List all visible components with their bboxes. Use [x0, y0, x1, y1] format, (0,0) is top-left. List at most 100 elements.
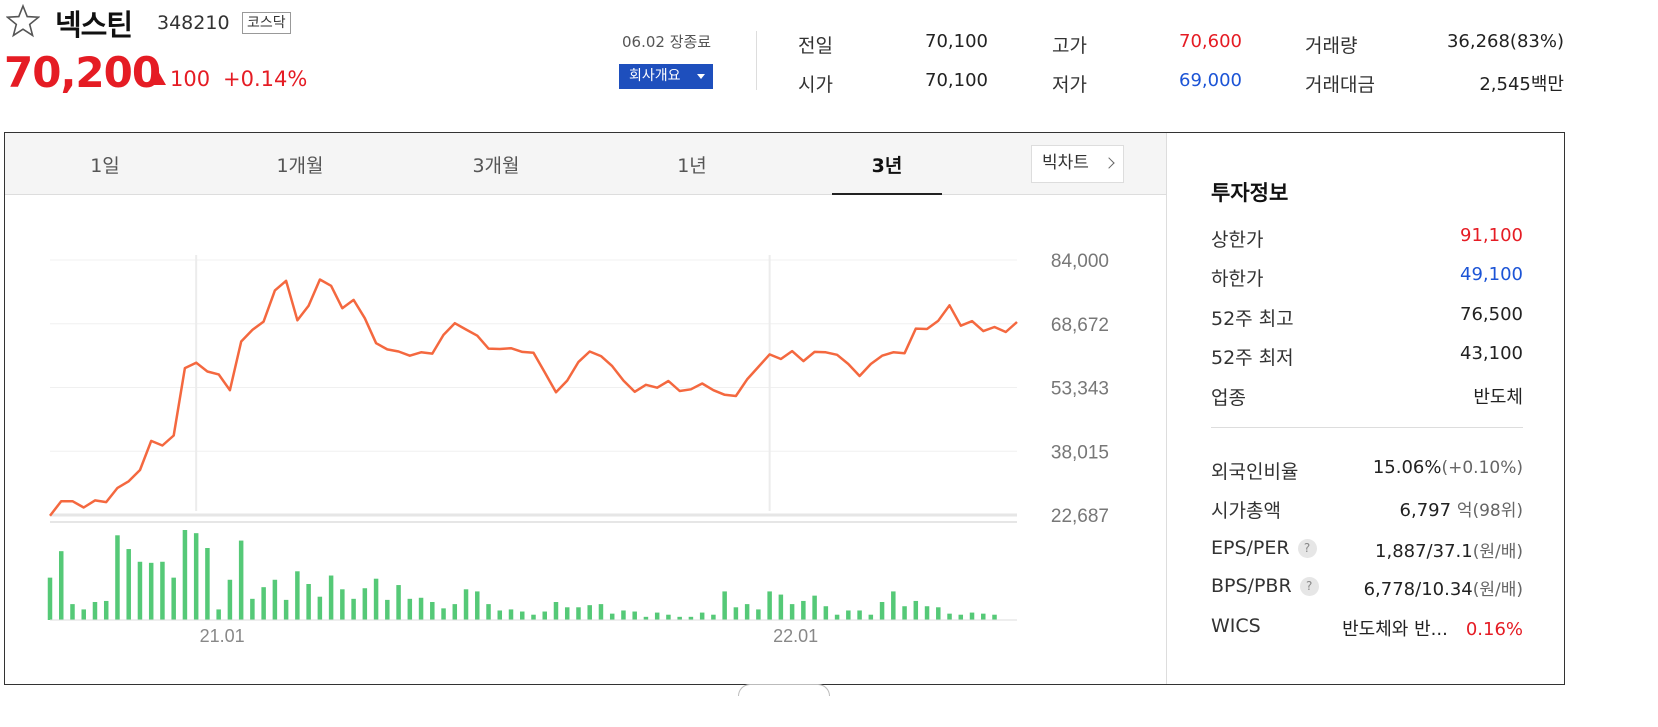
- upper-limit-value: 91,100: [1460, 225, 1523, 246]
- open-value: 70,100: [925, 70, 988, 91]
- wics-percent: 0.16%: [1465, 619, 1523, 640]
- volume-bar: [981, 613, 986, 620]
- foreign-ratio-label: 외국인비율: [1211, 461, 1299, 483]
- volume-bar: [148, 562, 154, 620]
- volume-bar: [115, 535, 120, 620]
- market-cap-label: 시가총액: [1211, 500, 1281, 522]
- volume-bar: [216, 609, 221, 620]
- volume-bar: [58, 551, 64, 620]
- help-icon[interactable]: ?: [1297, 539, 1317, 558]
- volume-bar: [205, 548, 210, 620]
- volume-bar: [621, 610, 626, 620]
- volume-bar: [767, 591, 772, 620]
- volume-bar: [328, 575, 334, 620]
- tab-1m[interactable]: 1개월: [245, 151, 355, 178]
- price-chart[interactable]: 84,000 68,672 53,343 38,015 22,687 21.01 22.01: [5, 195, 1165, 683]
- current-price: 70,200: [4, 48, 161, 97]
- volume-bar: [396, 585, 401, 620]
- volume-bar: [463, 589, 469, 620]
- volume-bar: [250, 598, 255, 620]
- eps-per-row: EPS/PER? 1,887/37.1(원/배): [1211, 537, 1523, 567]
- y-tick-label: 53,343: [1051, 379, 1109, 400]
- volume-bar: [441, 608, 446, 620]
- price-change: 100: [150, 67, 210, 91]
- market-cap-unit: 억: [1456, 501, 1473, 521]
- volume-bar: [879, 602, 885, 620]
- sector-label: 업종: [1211, 387, 1246, 409]
- price-change-value: 100: [170, 67, 211, 91]
- volume-bar: [317, 596, 323, 620]
- volume-bar: [778, 594, 784, 620]
- foreign-ratio-value: 15.06%(+0.10%): [1373, 457, 1523, 478]
- bps-pbr-number: 6,778/10.34: [1363, 579, 1473, 600]
- wics-sector[interactable]: 반도체와 반...: [1342, 619, 1448, 640]
- stock-code: 348210: [157, 12, 230, 34]
- volume-bar: [283, 599, 289, 620]
- bps-pbr-label-wrap: BPS/PBR?: [1211, 575, 1319, 597]
- volume-bar: [868, 614, 874, 620]
- eps-per-label: EPS/PER: [1211, 537, 1290, 559]
- sector-value[interactable]: 반도체: [1473, 383, 1523, 409]
- chevron-right-icon: [1103, 157, 1115, 169]
- company-overview-label: 회사개요: [629, 68, 681, 84]
- amount-unit: 백만: [1530, 74, 1564, 95]
- eps-per-unit: (원/배): [1472, 542, 1523, 562]
- volume-bar: [947, 613, 952, 620]
- stock-name: 넥스틴: [55, 8, 133, 42]
- low-label: 저가: [1052, 74, 1087, 96]
- big-chart-label: 빅차트: [1042, 153, 1089, 173]
- stock-header: 넥스틴 348210 코스닥 70,200 100 +0.14% 06.02 장…: [0, 0, 1658, 132]
- invest-info-title: 투자정보: [1211, 181, 1289, 205]
- foreign-ratio-number: 15.06%: [1372, 457, 1442, 478]
- volume-bar: [891, 591, 896, 620]
- volume-bar: [92, 602, 98, 620]
- y-tick-label: 68,672: [1051, 315, 1109, 336]
- y-tick-label: 84,000: [1051, 251, 1109, 272]
- bps-pbr-unit: (원/배): [1472, 580, 1523, 600]
- scroll-handle[interactable]: [738, 684, 830, 696]
- panel-divider: [1166, 133, 1167, 684]
- tab-3m[interactable]: 3개월: [441, 151, 551, 178]
- volume-bar: [81, 609, 86, 620]
- volume-bar: [609, 613, 615, 620]
- volume-bar: [834, 614, 840, 620]
- volume-bar: [969, 612, 975, 620]
- open-label: 시가: [798, 74, 833, 96]
- volume-bar: [452, 604, 458, 620]
- amount-value: 2,545백만: [1420, 70, 1564, 96]
- big-chart-button[interactable]: 빅차트: [1031, 145, 1124, 183]
- volume-bar: [553, 602, 559, 620]
- volume-bar: [666, 614, 671, 620]
- volume-bar: [418, 597, 424, 620]
- volume-bar: [654, 612, 660, 620]
- eps-per-number: 1,887/37.1: [1375, 541, 1473, 562]
- high-52w-label: 52주 최고: [1211, 308, 1294, 330]
- wics-value: 반도체와 반... 0.16%: [1342, 615, 1523, 641]
- upper-limit-label: 상한가: [1211, 229, 1264, 251]
- favorite-star-icon[interactable]: [6, 4, 40, 38]
- volume-bar: [362, 588, 368, 620]
- volume-bar: [497, 610, 503, 620]
- market-cap-row: 시가총액 6,797 억(98위): [1211, 496, 1523, 526]
- volume-bar: [632, 611, 637, 620]
- volume-bar: [733, 607, 739, 620]
- volume-bar: [508, 609, 514, 620]
- company-overview-button[interactable]: 회사개요: [619, 64, 713, 89]
- foreign-ratio-row: 외국인비율 15.06%(+0.10%): [1211, 457, 1523, 487]
- prev-close-label: 전일: [798, 35, 833, 57]
- market-status: 06.02 장종료: [622, 33, 712, 51]
- volume-bar: [351, 598, 356, 620]
- tab-3y[interactable]: 3년: [832, 151, 942, 178]
- volume-bar: [171, 577, 176, 620]
- tab-1d[interactable]: 1일: [50, 151, 160, 178]
- volume-bar: [542, 611, 547, 620]
- bps-pbr-label: BPS/PBR: [1211, 575, 1292, 597]
- tab-1y[interactable]: 1년: [637, 151, 747, 178]
- volume-bar: [801, 600, 806, 620]
- price-change-percent: +0.14%: [223, 67, 308, 91]
- volume-bar: [846, 610, 851, 620]
- volume-bar: [812, 595, 817, 620]
- chart-panel: 1일 1개월 3개월 1년 3년 빅차트 84,000 68,672 53,343 3…: [4, 132, 1565, 685]
- wics-row: WICS 반도체와 반... 0.16%: [1211, 615, 1523, 645]
- help-icon[interactable]: ?: [1299, 577, 1319, 596]
